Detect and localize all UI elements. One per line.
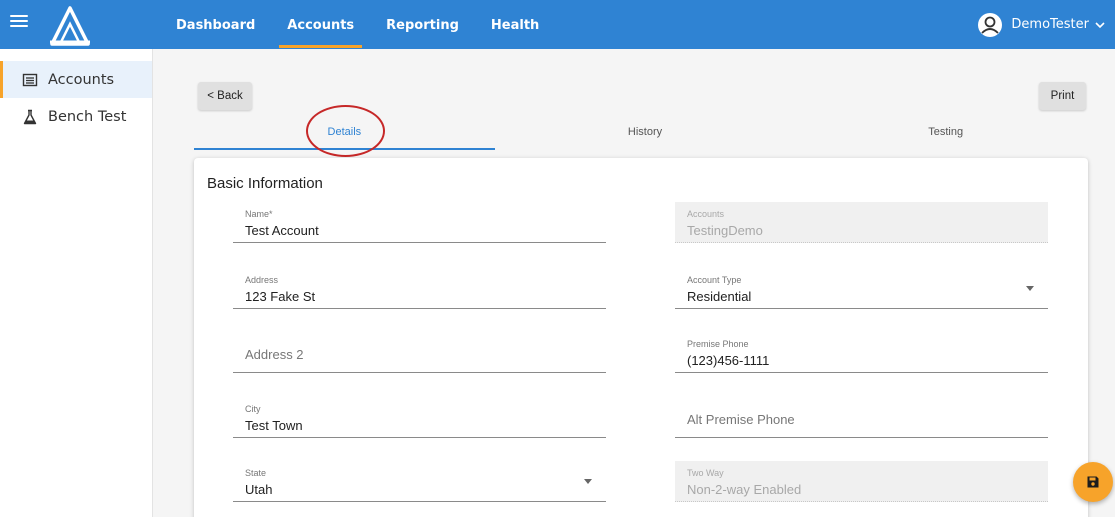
print-button[interactable]: Print [1039, 82, 1086, 110]
account-type-select[interactable]: Account Type Residential [675, 268, 1048, 309]
flask-icon [23, 109, 37, 124]
address-value: 123 Fake St [245, 289, 316, 304]
tab-history[interactable]: History [495, 118, 796, 150]
card-title: Basic Information [207, 175, 323, 192]
accounts-field: Accounts TestingDemo [675, 202, 1048, 243]
sidebar: Accounts Bench Test [0, 49, 153, 517]
chevron-down-icon [1095, 21, 1105, 28]
main-nav: Dashboard Accounts Reporting Health [160, 0, 555, 49]
save-fab-button[interactable] [1073, 462, 1113, 502]
tab-testing[interactable]: Testing [795, 118, 1096, 150]
user-avatar-icon [978, 12, 1003, 37]
list-icon [22, 73, 38, 86]
accounts-value: TestingDemo [687, 223, 763, 238]
address-label: Address [245, 275, 279, 285]
sidebar-item-accounts[interactable]: Accounts [0, 61, 152, 98]
sidebar-item-label: Accounts [48, 71, 115, 88]
city-value: Test Town [245, 418, 303, 433]
user-name: DemoTester [1011, 17, 1089, 32]
dropdown-caret-icon [584, 479, 592, 484]
nav-health[interactable]: Health [475, 0, 555, 49]
tab-details[interactable]: Details [194, 118, 495, 150]
premise-phone-value: (123)456-1111 [687, 353, 770, 368]
nav-dashboard[interactable]: Dashboard [160, 0, 271, 49]
hamburger-menu-icon[interactable] [10, 12, 28, 32]
tab-bar: Details History Testing [194, 118, 1096, 150]
name-field[interactable]: Name* Test Account [233, 202, 606, 243]
nav-reporting[interactable]: Reporting [370, 0, 475, 49]
top-app-bar: Dashboard Accounts Reporting Health Demo… [0, 0, 1115, 49]
state-select[interactable]: State Utah [233, 461, 606, 502]
state-label: State [245, 468, 267, 478]
dropdown-caret-icon [1026, 286, 1034, 291]
account-type-value: Residential [687, 289, 752, 304]
back-button[interactable]: < Back [198, 82, 252, 110]
sidebar-item-bench-test[interactable]: Bench Test [0, 98, 152, 135]
basic-information-card: Basic Information Name* Test Account Acc… [194, 158, 1088, 517]
alt-premise-phone-placeholder: Alt Premise Phone [687, 412, 795, 427]
two-way-value: Non-2-way Enabled [687, 482, 802, 497]
address2-field[interactable]: Address 2 [233, 332, 606, 373]
city-field[interactable]: City Test Town [233, 397, 606, 438]
city-label: City [245, 404, 261, 414]
state-value: Utah [245, 482, 273, 497]
save-icon [1087, 476, 1099, 488]
two-way-field: Two Way Non-2-way Enabled [675, 461, 1048, 502]
account-type-label: Account Type [687, 275, 742, 285]
two-way-label: Two Way [687, 468, 724, 478]
app-logo[interactable] [48, 4, 92, 46]
name-label: Name* [245, 209, 273, 219]
address-field[interactable]: Address 123 Fake St [233, 268, 606, 309]
name-value: Test Account [245, 223, 319, 238]
premise-phone-label: Premise Phone [687, 339, 749, 349]
premise-phone-field[interactable]: Premise Phone (123)456-1111 [675, 332, 1048, 373]
accounts-label: Accounts [687, 209, 725, 219]
alt-premise-phone-field[interactable]: Alt Premise Phone [675, 397, 1048, 438]
nav-accounts[interactable]: Accounts [271, 0, 370, 49]
user-menu[interactable]: DemoTester [977, 0, 1105, 49]
address2-placeholder: Address 2 [245, 347, 304, 362]
sidebar-item-label: Bench Test [48, 108, 127, 125]
